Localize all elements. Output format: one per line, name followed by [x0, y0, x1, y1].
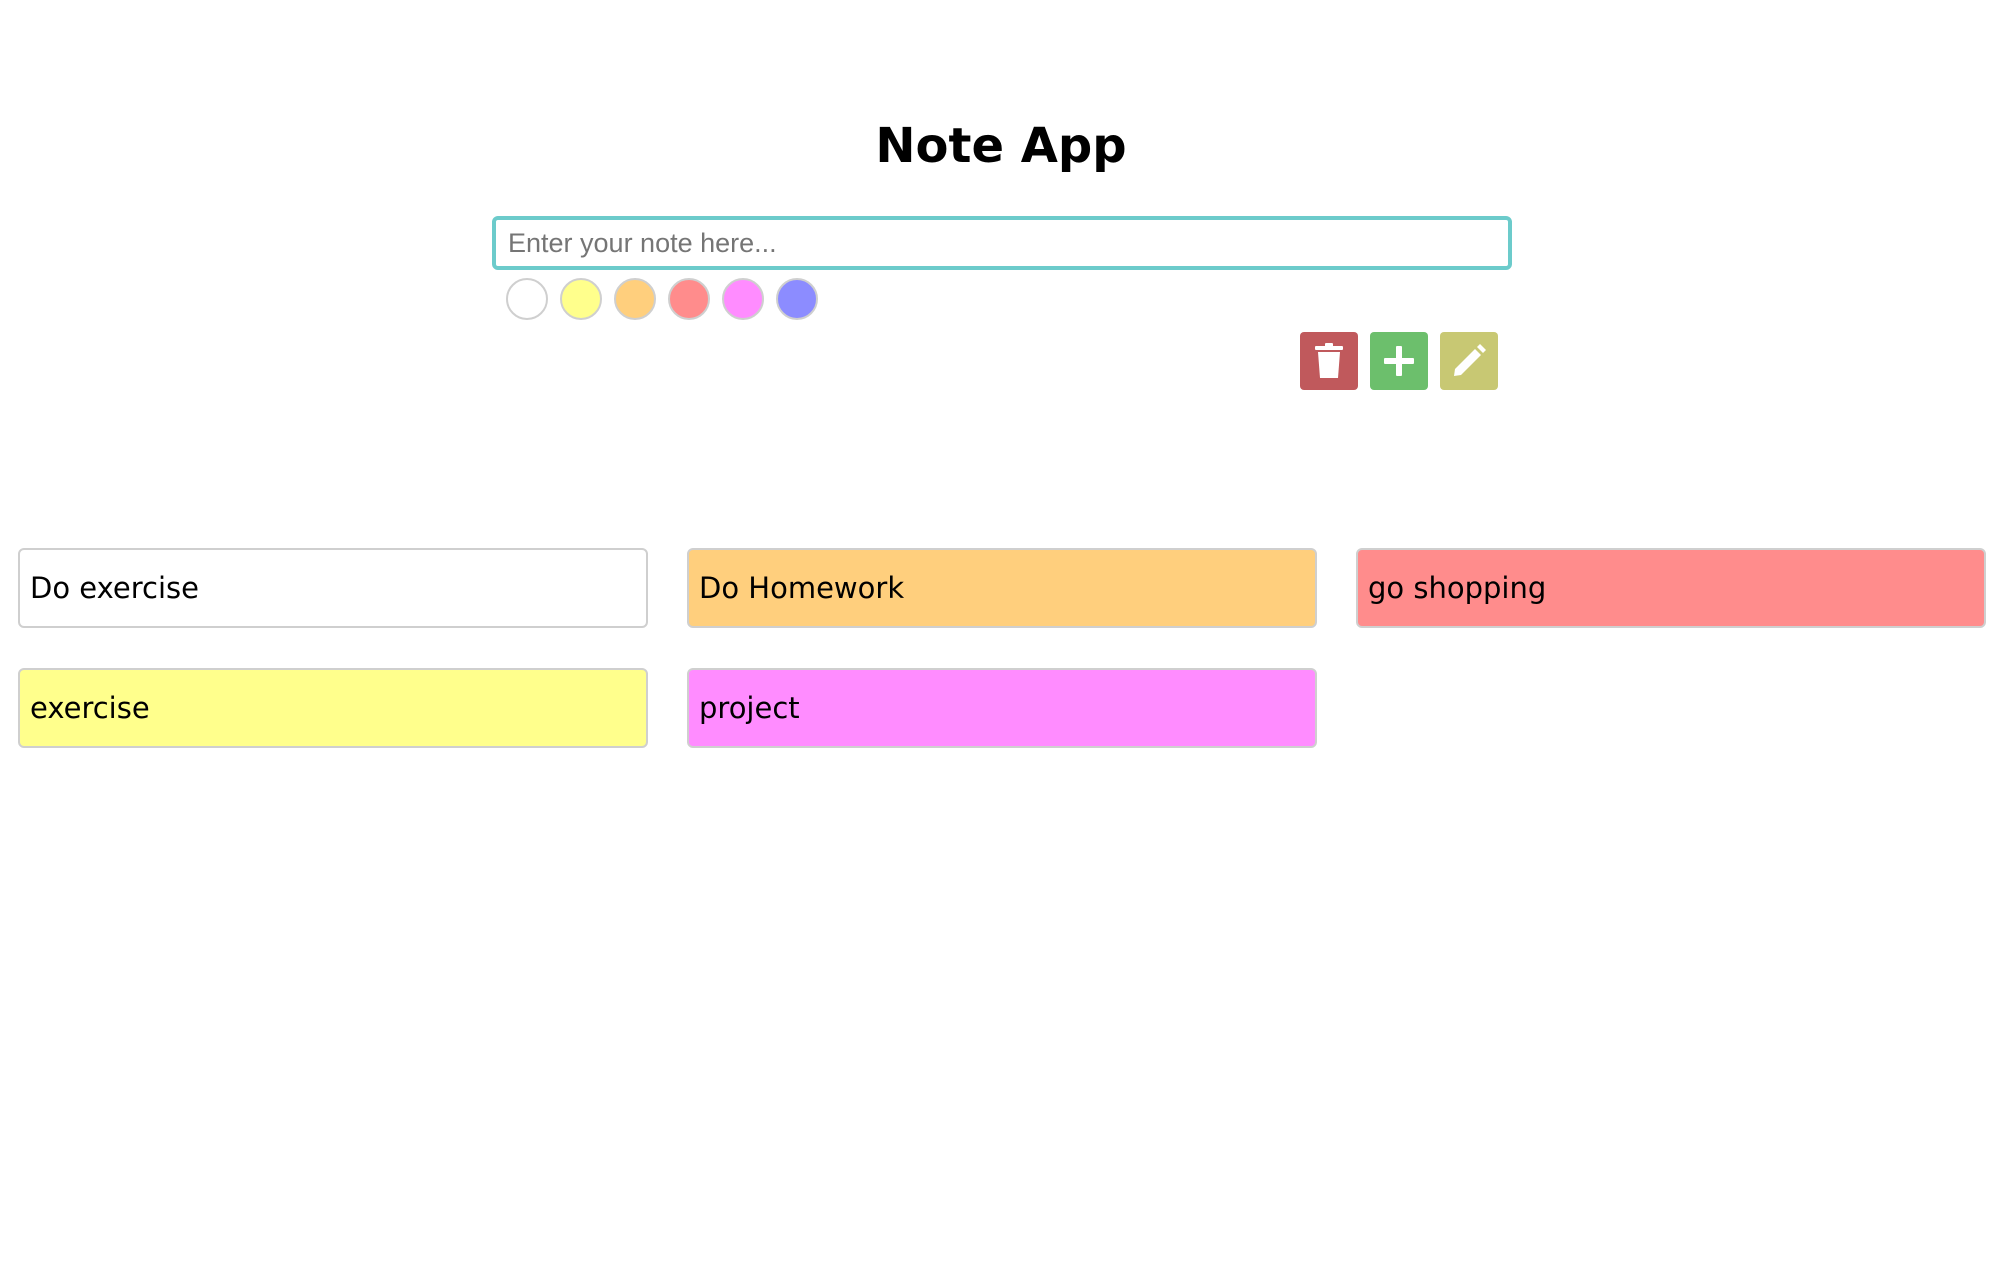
color-swatch-blue[interactable] — [776, 278, 818, 320]
note-card[interactable]: project — [687, 668, 1317, 748]
page-title: Note App — [875, 118, 1127, 174]
plus-icon — [1384, 346, 1414, 376]
color-swatch-pink[interactable] — [722, 278, 764, 320]
pencil-icon — [1454, 344, 1486, 376]
edit-button[interactable] — [1440, 332, 1498, 390]
note-card[interactable]: go shopping — [1356, 548, 1986, 628]
delete-button[interactable] — [1300, 332, 1358, 390]
color-swatch-red[interactable] — [668, 278, 710, 320]
add-button[interactable] — [1370, 332, 1428, 390]
note-input[interactable] — [492, 216, 1512, 270]
trash-icon — [1315, 343, 1343, 378]
note-app: Note App Enter your note here... Do exer… — [0, 0, 2000, 1268]
color-swatches — [506, 278, 818, 320]
color-swatch-white[interactable] — [506, 278, 548, 320]
note-card[interactable]: Do Homework — [687, 548, 1317, 628]
note-card[interactable]: Do exercise — [18, 548, 648, 628]
color-swatch-yellow[interactable] — [560, 278, 602, 320]
action-buttons — [1300, 332, 1498, 390]
note-card[interactable]: exercise — [18, 668, 648, 748]
color-swatch-orange[interactable] — [614, 278, 656, 320]
